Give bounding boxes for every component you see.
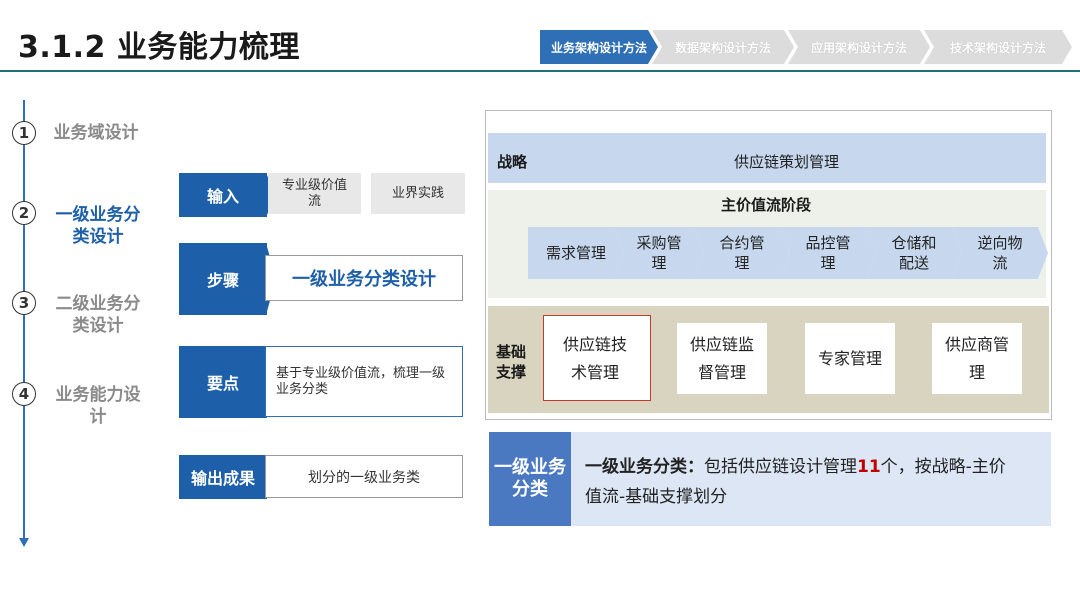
chain-contract: 合约管 理 <box>694 227 790 279</box>
page-title: 3.1.2 业务能力梳理 <box>18 30 300 65</box>
chain-reverse-logistics: 逆向物 流 <box>952 227 1048 279</box>
input-header: 输入 <box>179 173 267 217</box>
summary-text-a: 包括供应链设计管理 <box>704 457 857 477</box>
keypoints-line1: 基于专业级价值流，梳理一级 <box>276 365 446 381</box>
chain-label-line2: 理 <box>820 254 836 272</box>
step-2-label[interactable]: 一级业务分 类设计 <box>44 204 152 248</box>
chain-quality: 品控管 理 <box>780 227 876 279</box>
support-card-supervision: 供应链监 督管理 <box>677 323 767 394</box>
tab-label: 数据架构设计方法 <box>674 40 771 55</box>
strategy-label: 战略 <box>497 153 528 171</box>
support-card-supplier: 供应商管 理 <box>932 323 1022 394</box>
strategy-text: 供应链策划管理 <box>734 153 840 171</box>
tab-label: 业务架构设计方法 <box>550 40 647 55</box>
keypoints-content: 基于专业级价值流，梳理一级 业务分类 <box>265 346 463 417</box>
tab-label: 技术架构设计方法 <box>949 40 1046 55</box>
chain-label-line1: 逆向物 <box>977 234 1023 252</box>
chain-warehouse: 仓储和 配送 <box>866 227 962 279</box>
step-content: 一级业务分类设计 <box>265 255 463 301</box>
summary-label-line1: 一级业务 <box>494 457 566 478</box>
support-card-tech: 供应链技 术管理 <box>550 323 640 394</box>
value-chain-title: 主价值流阶段 <box>721 196 812 214</box>
step-4-label-line1: 业务能力设 <box>55 385 141 405</box>
summary-text-c: 值流-基础支撑划分 <box>585 487 728 507</box>
chain-label-line1: 仓储和 <box>891 234 937 252</box>
tab-business-architecture[interactable]: 业务架构设计方法 <box>540 30 658 64</box>
support-label: 基础 支撑 <box>496 342 526 382</box>
step-1-label[interactable]: 业务域设计 <box>44 122 148 144</box>
timeline-line <box>23 100 25 540</box>
chain-label-line2: 理 <box>651 254 667 272</box>
step-2-label-line1: 一级业务分 <box>55 205 141 225</box>
step-2-label-line2: 类设计 <box>72 227 124 247</box>
card-line2: 术管理 <box>570 362 619 382</box>
card-line2: 理 <box>968 362 985 382</box>
input-best-practice: 业界实践 <box>371 173 465 214</box>
summary-text: 一级业务分类：包括供应链设计管理11个，按战略-主价 值流-基础支撑划分 <box>571 432 1051 526</box>
card-line1: 专家管理 <box>817 348 882 368</box>
title-divider <box>0 70 1080 72</box>
chain-label: 需求管理 <box>545 244 606 262</box>
keypoints-header: 要点 <box>179 346 267 418</box>
tab-technical-architecture[interactable]: 技术架构设计方法 <box>924 30 1072 64</box>
summary-count: 11 <box>857 457 881 477</box>
summary-label: 一级业务 分类 <box>489 432 571 526</box>
step-3-number: 3 <box>12 291 36 315</box>
input-item1-line2: 流 <box>307 193 321 209</box>
support-label-line2: 支撑 <box>496 363 527 381</box>
input-value-stream: 专业级价值 流 <box>268 173 361 214</box>
chain-label-line1: 合约管 <box>719 234 765 252</box>
chain-label-line1: 采购管 <box>636 234 682 252</box>
step-4-label-line2: 计 <box>89 407 107 427</box>
step-4-label[interactable]: 业务能力设 计 <box>44 384 152 428</box>
step-2-number: 2 <box>12 201 36 225</box>
summary-text-b: 个，按战略-主价 <box>880 457 1006 477</box>
card-line1: 供应链监 <box>689 334 754 354</box>
output-header: 输出成果 <box>179 455 267 499</box>
support-card-expert: 专家管理 <box>805 323 895 394</box>
chain-label-line2: 流 <box>992 254 1008 272</box>
card-line1: 供应商管 <box>944 334 1009 354</box>
step-3-label-line1: 二级业务分 <box>55 294 141 314</box>
tab-label: 应用架构设计方法 <box>810 40 907 55</box>
output-content: 划分的一级业务类 <box>265 455 463 498</box>
step-3-label-line2: 类设计 <box>72 316 124 336</box>
step-header: 步骤 <box>179 243 267 315</box>
card-line1: 供应链技 <box>562 334 627 354</box>
tab-application-architecture[interactable]: 应用架构设计方法 <box>788 30 930 64</box>
summary-label-line2: 分类 <box>512 479 548 500</box>
card-line2: 督管理 <box>697 362 746 382</box>
summary-lead: 一级业务分类： <box>585 457 704 477</box>
chain-label-line2: 理 <box>734 254 750 272</box>
step-4-number: 4 <box>12 382 36 406</box>
step-3-label[interactable]: 二级业务分 类设计 <box>44 293 152 337</box>
tab-data-architecture[interactable]: 数据架构设计方法 <box>652 30 794 64</box>
chain-label-line2: 配送 <box>898 254 929 272</box>
keypoints-line2: 业务分类 <box>276 381 329 397</box>
timeline-arrow-icon <box>19 538 29 547</box>
chain-demand: 需求管理 <box>528 227 624 279</box>
chain-label-line1: 品控管 <box>805 234 851 252</box>
input-item1-line1: 专业级价值 <box>281 177 347 193</box>
support-label-line1: 基础 <box>496 343 527 361</box>
chain-procurement: 采购管 理 <box>614 227 704 279</box>
step-1-number: 1 <box>12 121 36 145</box>
